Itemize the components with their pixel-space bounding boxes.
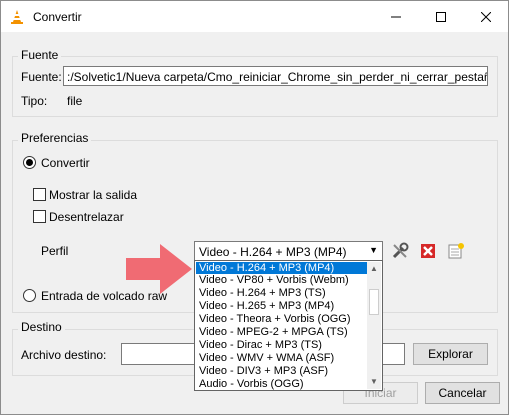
- minimize-icon: [390, 16, 401, 17]
- convert-dialog: Convertir Fuente Fuente: :/Solvetic1/Nue…: [0, 0, 509, 415]
- source-file-field[interactable]: :/Solvetic1/Nueva carpeta/Cmo_reiniciar_…: [63, 66, 488, 86]
- scroll-thumb[interactable]: [369, 289, 379, 315]
- delete-icon: [421, 244, 435, 258]
- raw-dump-radio[interactable]: [23, 289, 36, 302]
- new-profile-icon: [448, 243, 464, 259]
- dropdown-option[interactable]: Audio - Vorbis (OGG): [196, 378, 367, 390]
- convert-radio-label: Convertir: [41, 156, 90, 170]
- profile-select[interactable]: Video - H.264 + MP3 (MP4) ▼: [194, 241, 383, 261]
- source-group-label: Fuente: [18, 48, 62, 62]
- dropdown-option[interactable]: Video - Theora + Vorbis (OGG): [196, 313, 367, 325]
- new-profile-button[interactable]: [445, 241, 467, 261]
- close-icon: [480, 11, 491, 22]
- profile-label: Perfil: [41, 244, 69, 258]
- scroll-up-icon[interactable]: ▲: [367, 262, 381, 276]
- delete-profile-button[interactable]: [417, 241, 439, 261]
- maximize-button[interactable]: [418, 1, 463, 32]
- source-type-value: file: [67, 94, 83, 108]
- show-output-checkbox[interactable]: [33, 188, 46, 201]
- scroll-down-icon[interactable]: ▼: [367, 375, 381, 389]
- dropdown-option[interactable]: Video - MPEG-2 + MPGA (TS): [196, 326, 367, 338]
- destination-group-label: Destino: [18, 320, 65, 334]
- cancel-button[interactable]: Cancelar: [425, 382, 500, 404]
- show-output-label: Mostrar la salida: [49, 188, 138, 202]
- source-file-label: Fuente:: [21, 70, 62, 84]
- dropdown-option[interactable]: Video - VP80 + Vorbis (Webm): [196, 274, 367, 286]
- dropdown-option[interactable]: Video - H.264 + MP3 (MP4): [196, 262, 367, 274]
- dropdown-scrollbar[interactable]: ▲ ▼: [367, 262, 381, 389]
- title-bar: Convertir: [1, 1, 508, 32]
- dropdown-option[interactable]: Video - H.265 + MP3 (MP4): [196, 300, 367, 312]
- dropdown-option[interactable]: Video - DIV3 + MP3 (ASF): [196, 365, 367, 377]
- pointer-arrow-icon: [126, 244, 192, 294]
- radio-selected-dot: [26, 159, 33, 166]
- preferences-group-label: Preferencias: [18, 131, 92, 145]
- dropdown-option[interactable]: Video - Dirac + MP3 (TS): [196, 339, 367, 351]
- minimize-button[interactable]: [373, 1, 418, 32]
- edit-profile-button[interactable]: [389, 241, 411, 261]
- close-button[interactable]: [463, 1, 508, 32]
- vlc-cone-icon: [11, 10, 23, 24]
- maximize-icon: [435, 11, 446, 22]
- browse-button[interactable]: Explorar: [413, 343, 488, 365]
- dropdown-option[interactable]: Video - WMV + WMA (ASF): [196, 352, 367, 364]
- profile-selected-value: Video - H.264 + MP3 (MP4): [199, 245, 347, 259]
- dropdown-option[interactable]: Video - H.264 + MP3 (TS): [196, 287, 367, 299]
- source-type-label: Tipo:: [21, 94, 48, 108]
- chevron-down-icon: ▼: [369, 245, 378, 255]
- profile-dropdown-list: Video - H.264 + MP3 (MP4) Video - VP80 +…: [194, 260, 383, 391]
- wrench-icon: [392, 242, 409, 259]
- raw-dump-label: Entrada de volcado raw: [41, 289, 168, 303]
- convert-radio[interactable]: [23, 156, 36, 169]
- destination-file-label: Archivo destino:: [21, 348, 107, 362]
- deinterlace-label: Desentrelazar: [49, 210, 124, 224]
- window-title: Convertir: [33, 10, 82, 24]
- deinterlace-checkbox[interactable]: [33, 210, 46, 223]
